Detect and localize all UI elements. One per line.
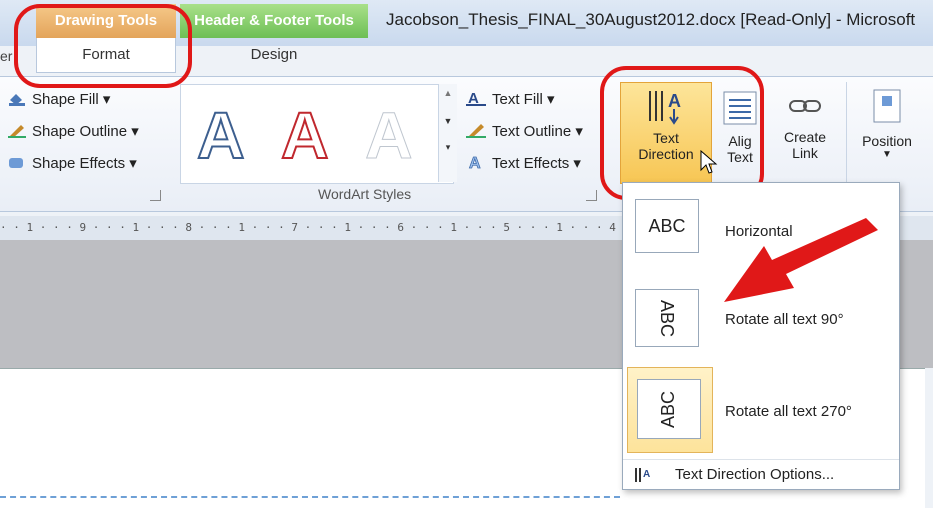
- shape-fill-label: Shape Fill ▾: [32, 91, 111, 108]
- mouse-cursor-icon: [700, 149, 718, 181]
- create-link-label-2: Link: [792, 145, 818, 161]
- partial-tab-label[interactable]: er: [0, 48, 12, 64]
- text-outline-icon: [466, 122, 486, 138]
- gallery-more-icon[interactable]: ▾: [439, 142, 457, 153]
- horizontal-thumb-text: ABC: [648, 215, 686, 236]
- text-direction-options-label: Text Direction Options...: [675, 466, 835, 483]
- shape-outline-label: Shape Outline ▾: [32, 123, 139, 140]
- text-fill-button[interactable]: A Text Fill ▾: [466, 90, 555, 108]
- highlight-ring-format-tab: [14, 4, 192, 88]
- svg-text:A: A: [469, 155, 481, 170]
- header-boundary-line: [0, 496, 620, 498]
- shape-effects-button[interactable]: Shape Effects ▾: [8, 154, 137, 172]
- shape-fill-button[interactable]: Shape Fill ▾: [8, 90, 110, 108]
- shape-outline-button[interactable]: Shape Outline ▾: [8, 122, 139, 140]
- create-link-label-1: Create: [783, 129, 827, 145]
- text-direction-options-icon: A: [633, 466, 653, 488]
- wordart-style-red[interactable]: A: [280, 97, 330, 173]
- wordart-style-blue[interactable]: A: [196, 97, 246, 173]
- menu-item-rotate-270-label: Rotate all text 270°: [725, 403, 852, 420]
- highlight-ring-text-direction: [600, 66, 764, 200]
- chain-link-icon: [774, 96, 836, 119]
- gallery-scrollbar[interactable]: ▲ ▼ ▾: [438, 84, 457, 182]
- gallery-down-icon[interactable]: ▼: [439, 116, 457, 126]
- text-effects-label: Text Effects ▾: [492, 155, 581, 172]
- position-icon: [847, 88, 927, 127]
- shape-styles-launcher-icon[interactable]: [150, 190, 161, 201]
- rotate-90-thumb-text: ABC: [657, 299, 678, 337]
- rotate-270-thumb: ABC: [637, 379, 701, 439]
- wordart-launcher-icon[interactable]: [586, 190, 597, 201]
- shape-effects-icon: [8, 156, 26, 170]
- text-outline-label: Text Outline ▾: [492, 123, 583, 140]
- svg-text:A: A: [643, 469, 650, 480]
- design-tab[interactable]: Design: [180, 38, 368, 72]
- shape-effects-label: Shape Effects ▾: [32, 155, 137, 172]
- rotate-90-thumb: ABC: [635, 289, 699, 347]
- text-fill-label: Text Fill ▾: [492, 91, 555, 108]
- position-dropdown-icon: ▼: [882, 149, 892, 160]
- create-link-button[interactable]: Create Link: [774, 82, 836, 182]
- wordart-styles-group-label: WordArt Styles: [318, 186, 412, 202]
- header-footer-tools-header: Header & Footer Tools: [180, 4, 368, 38]
- paint-bucket-icon: [8, 92, 26, 106]
- text-direction-options-item[interactable]: A Text Direction Options...: [623, 459, 899, 490]
- pencil-icon: [8, 124, 26, 138]
- position-label: Position: [862, 133, 912, 149]
- header-footer-tools-tab[interactable]: Header & Footer Tools Design: [180, 4, 368, 84]
- wordart-style-light[interactable]: A: [365, 97, 414, 173]
- menu-item-rotate-90-label: Rotate all text 90°: [725, 311, 844, 328]
- position-button[interactable]: Position ▼: [846, 82, 927, 182]
- menu-item-rotate-270[interactable]: ABC Rotate all text 270°: [623, 367, 899, 453]
- annotation-arrow-icon: [716, 218, 888, 313]
- text-outline-button[interactable]: Text Outline ▾: [466, 122, 583, 140]
- gallery-up-icon[interactable]: ▲: [439, 88, 457, 98]
- text-fill-icon: A: [466, 90, 486, 107]
- wordart-styles-gallery[interactable]: A A A: [180, 84, 454, 184]
- rotate-270-thumb-text: ABC: [658, 390, 679, 428]
- svg-text:A: A: [468, 90, 479, 106]
- text-effects-button[interactable]: A Text Effects ▾: [466, 154, 581, 173]
- document-title: Jacobson_Thesis_FINAL_30August2012.docx …: [386, 10, 916, 29]
- horizontal-thumb: ABC: [635, 199, 699, 253]
- text-effects-icon: A: [466, 154, 486, 173]
